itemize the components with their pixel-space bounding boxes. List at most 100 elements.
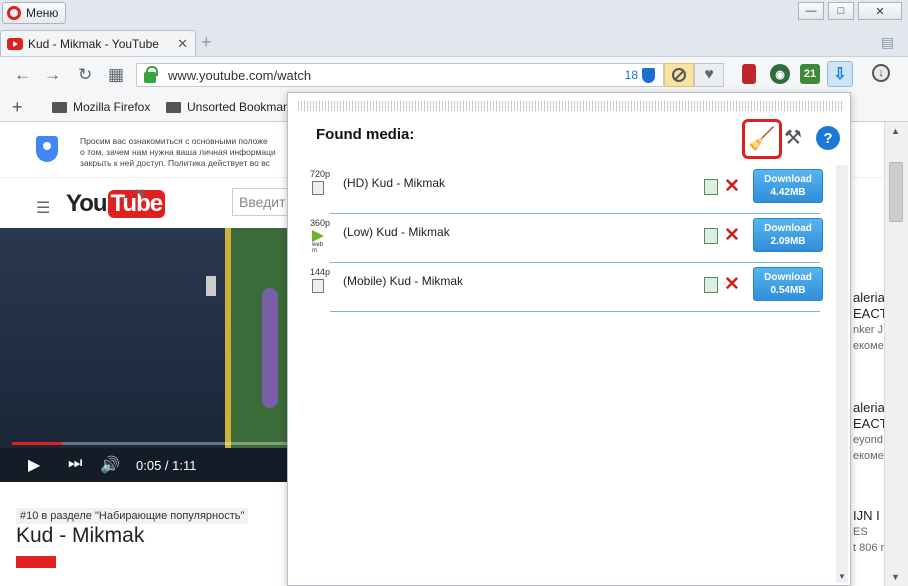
download-extension-icon[interactable]: ⇩ — [827, 61, 853, 87]
folder-icon — [166, 101, 181, 113]
media-title: (Mobile) Kud - Mikmak — [343, 274, 464, 288]
video-frame-socket — [206, 276, 216, 296]
row-divider — [330, 311, 820, 312]
search-input[interactable]: Введит — [232, 188, 292, 216]
update-icon[interactable]: ↓ — [872, 64, 890, 82]
copy-link-icon[interactable] — [704, 277, 718, 293]
ad-block-button[interactable] — [664, 63, 694, 87]
download-button[interactable]: Download 0.54MB — [753, 267, 823, 301]
address-bar[interactable]: www.youtube.com/watch 18 — [136, 63, 664, 87]
video-progress-bar[interactable] — [12, 442, 290, 445]
file-size: 0.54MB — [770, 285, 806, 296]
media-title: (Low) Kud - Mikmak — [343, 225, 450, 239]
speed-dial-icon[interactable]: ▦ — [108, 65, 124, 85]
video-controls: ▶ ⏭ 🔊 0:05 / 1:11 — [0, 448, 290, 482]
tab-menu-icon[interactable]: ▤ — [881, 34, 894, 51]
sidebar-fragment[interactable]: EACT — [853, 416, 884, 431]
next-button[interactable]: ⏭ — [68, 455, 82, 473]
opera-logo-icon — [7, 6, 21, 20]
sidebar-fragment: eyond Y — [853, 434, 884, 446]
back-button[interactable]: ← — [14, 65, 31, 85]
navigation-bar: ← → ↻ ▦ www.youtube.com/watch 18 ♥ ◉ 21 … — [0, 56, 908, 92]
bookmark-folder[interactable]: Unsorted Bookmar — [166, 100, 287, 114]
video-progress-fill — [12, 442, 63, 445]
adblock-shield-icon[interactable] — [642, 67, 655, 83]
hamburger-menu-icon[interactable]: ☰ — [36, 198, 50, 218]
sidebar-fragment[interactable]: aleria — [853, 290, 884, 305]
media-row: 144p (Mobile) Kud - Mikmak ✕ Download 0.… — [302, 263, 836, 312]
opera-menu-button[interactable]: Меню — [2, 2, 66, 24]
sidebar-fragment: ES — [853, 526, 868, 538]
help-icon[interactable]: ? — [816, 126, 840, 150]
scroll-down-icon[interactable]: ▼ — [838, 572, 846, 581]
video-title: Kud - Mikmak — [16, 524, 145, 547]
video-frame-door — [225, 228, 290, 448]
volume-icon[interactable]: 🔊 — [100, 455, 120, 475]
video-player[interactable]: ▶ ⏭ 🔊 0:05 / 1:11 — [0, 228, 290, 482]
delete-icon[interactable]: ✕ — [724, 273, 740, 296]
bookmark-heart-button[interactable]: ♥ — [694, 63, 724, 87]
channel-avatar[interactable] — [16, 556, 56, 568]
video-frame-character — [262, 288, 278, 408]
scroll-down-icon[interactable]: ▼ — [891, 572, 900, 582]
logo-you: You — [66, 190, 108, 217]
forward-button[interactable]: → — [44, 65, 61, 85]
trending-badge[interactable]: #10 в разделе "Набирающие популярность" — [16, 508, 249, 524]
bookmark-folder[interactable]: Mozilla Firefox — [52, 100, 150, 114]
sidebar-fragment: t 806 r — [853, 542, 884, 554]
notice-line: о том, зачем нам нужна ваша личная инфор… — [80, 147, 276, 157]
close-window-button[interactable]: ✕ — [858, 2, 902, 20]
tab-youtube[interactable]: Kud - Mikmak - YouTube ✕ — [0, 30, 196, 56]
youtube-logo[interactable]: You Tube NL — [66, 188, 166, 218]
folder-icon — [52, 101, 67, 113]
scroll-up-icon[interactable]: ▲ — [891, 126, 900, 136]
minimize-button[interactable]: — — [798, 2, 824, 20]
delete-icon[interactable]: ✕ — [724, 175, 740, 198]
download-label: Download — [764, 272, 812, 283]
delete-icon[interactable]: ✕ — [724, 224, 740, 247]
settings-tools-icon[interactable]: ⚒ — [784, 125, 802, 150]
popup-scrollbar[interactable]: ▼ — [836, 165, 848, 583]
url-text[interactable]: www.youtube.com/watch — [168, 68, 625, 83]
quality-label: 360p — [310, 218, 331, 228]
copy-link-icon[interactable] — [704, 228, 718, 244]
copy-link-icon[interactable] — [704, 179, 718, 195]
google-privacy-shield-icon — [36, 136, 58, 162]
file-size: 4.42MB — [770, 187, 806, 198]
quality-label: 144p — [310, 267, 331, 277]
sidebar-fragment[interactable]: aleria — [853, 400, 884, 415]
play-button[interactable]: ▶ — [28, 455, 40, 475]
scroll-thumb[interactable] — [889, 162, 903, 222]
sidebar-fragment[interactable]: EACT — [853, 306, 884, 321]
youtube-favicon-icon — [7, 37, 23, 50]
page-scrollbar[interactable]: ▲ ▼ — [884, 122, 908, 586]
webm-play-icon — [312, 230, 324, 242]
add-bookmark-button[interactable]: + — [12, 97, 23, 118]
sidebar-fragment[interactable]: IJN I — [853, 508, 880, 523]
blocked-count: 18 — [624, 68, 638, 82]
popup-title: Found media: — [316, 126, 415, 143]
maximize-button[interactable]: □ — [828, 2, 854, 20]
video-time: 0:05 / 1:11 — [136, 458, 197, 473]
media-download-popup: Found media: 🧹 ⚒ ? 720p (HD) Kud - Mikma… — [287, 92, 851, 586]
download-button[interactable]: Download 2.09MB — [753, 218, 823, 252]
sidebar-fragment: екомен — [853, 340, 884, 352]
extension-shield-icon[interactable]: 21 — [800, 64, 820, 84]
webm-file-icon: web m — [312, 230, 328, 254]
quality-label: 720p — [310, 169, 331, 179]
logo-region: NL — [136, 188, 147, 198]
notice-line: Просим вас ознакомиться с основными поло… — [80, 136, 268, 146]
reload-button[interactable]: ↻ — [78, 65, 92, 85]
media-row: 720p (HD) Kud - Mikmak ✕ Download 4.42MB — [302, 165, 836, 214]
media-list: 720p (HD) Kud - Mikmak ✕ Download 4.42MB… — [302, 165, 836, 312]
popup-drag-grip[interactable] — [298, 101, 844, 111]
clear-list-button[interactable]: 🧹 — [742, 119, 782, 159]
new-tab-button[interactable]: + — [201, 32, 212, 53]
tab-close-icon[interactable]: ✕ — [177, 36, 188, 52]
extension-globe-icon[interactable]: ◉ — [770, 64, 790, 84]
extension-book-icon[interactable] — [742, 64, 756, 84]
download-label: Download — [764, 223, 812, 234]
media-title: (HD) Kud - Mikmak — [343, 176, 446, 190]
tab-bar: Kud - Mikmak - YouTube ✕ + ▤ — [0, 28, 908, 56]
download-button[interactable]: Download 4.42MB — [753, 169, 823, 203]
